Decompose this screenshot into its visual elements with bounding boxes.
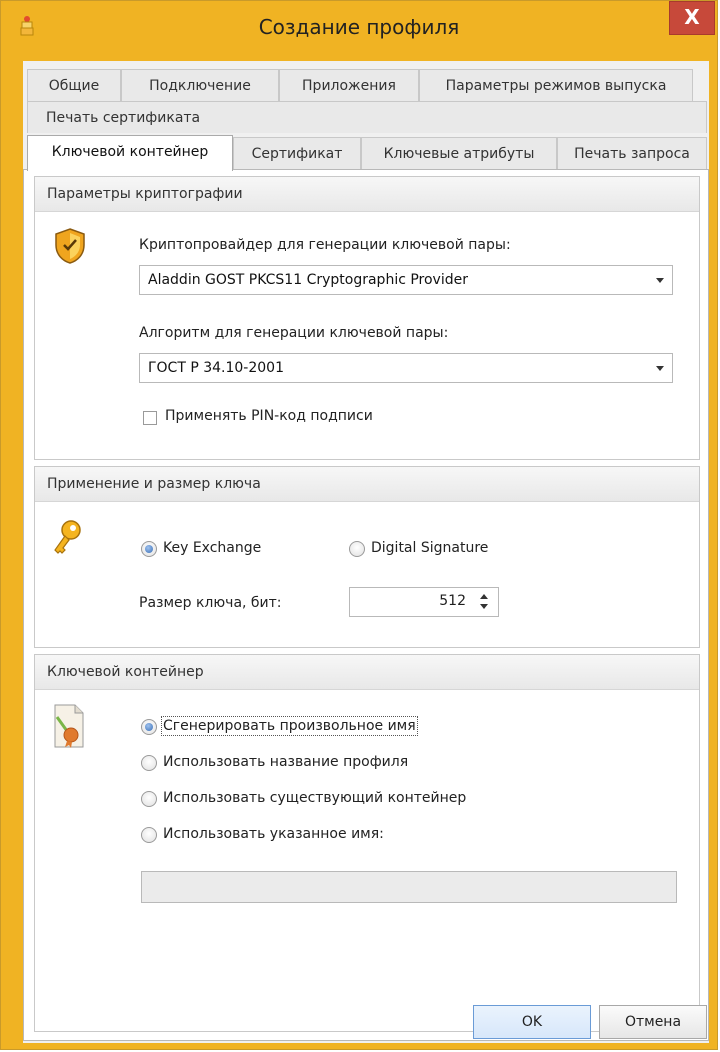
radio-digital-signature[interactable]	[349, 541, 365, 557]
algorithm-select-value: ГОСТ Р 34.10-2001	[148, 360, 284, 376]
algorithm-select[interactable]: ГОСТ Р 34.10-2001	[139, 353, 673, 383]
chevron-down-icon	[656, 278, 664, 283]
chevron-down-icon	[656, 366, 664, 371]
group-header-crypto: Параметры криптографии	[35, 177, 699, 212]
group-header-container: Ключевой контейнер	[35, 655, 699, 690]
radio-generate-name-label[interactable]: Сгенерировать произвольное имя	[161, 716, 418, 736]
certificate-icon	[54, 704, 84, 748]
tab-general[interactable]: Общие	[27, 69, 121, 101]
radio-profile-name-label[interactable]: Использовать название профиля	[163, 754, 408, 770]
provider-select-value: Aladdin GOST PKCS11 Cryptographic Provid…	[148, 272, 468, 288]
dialog-window: Создание профиля X Общие Подключение При…	[0, 0, 718, 1050]
radio-existing-container[interactable]	[141, 791, 157, 807]
radio-digital-signature-label[interactable]: Digital Signature	[371, 540, 488, 556]
container-name-input[interactable]	[141, 871, 677, 903]
radio-profile-name[interactable]	[141, 755, 157, 771]
cancel-button[interactable]: Отмена	[599, 1005, 707, 1039]
spin-up-icon[interactable]	[480, 594, 488, 599]
group-crypto-params: Параметры криптографии Криптопровайдер д…	[34, 176, 700, 460]
key-icon	[54, 520, 81, 554]
tab-certificate[interactable]: Сертификат	[233, 137, 361, 169]
window-title: Создание профиля	[258, 15, 460, 39]
tab-key-container[interactable]: Ключевой контейнер	[27, 135, 233, 171]
ok-button[interactable]: OK	[473, 1005, 591, 1039]
algorithm-label: Алгоритм для генерации ключевой пары:	[139, 325, 449, 341]
group-key-container: Ключевой контейнер Сгенерировать произво…	[34, 654, 700, 1032]
tab-row-1: Общие Подключение Приложения Параметры р…	[23, 69, 709, 102]
group-header-usage: Применение и размер ключа	[35, 467, 699, 502]
tab-issue-modes[interactable]: Параметры режимов выпуска	[419, 69, 693, 101]
tab-page-key-container: Параметры криптографии Криптопровайдер д…	[23, 169, 709, 1041]
provider-label: Криптопровайдер для генерации ключевой п…	[139, 237, 511, 253]
shield-icon	[55, 228, 85, 264]
tab-row-2: Печать сертификата	[23, 101, 709, 134]
radio-key-exchange-label[interactable]: Key Exchange	[163, 540, 261, 556]
pin-checkbox[interactable]	[143, 411, 157, 425]
tab-key-attributes[interactable]: Ключевые атрибуты	[361, 137, 557, 169]
radio-specified-name[interactable]	[141, 827, 157, 843]
group-key-usage: Применение и размер ключа Key Exchange D…	[34, 466, 700, 648]
radio-key-exchange[interactable]	[141, 541, 157, 557]
tab-print-request[interactable]: Печать запроса	[557, 137, 707, 169]
key-size-spinner[interactable]: 512	[349, 587, 499, 617]
radio-existing-container-label[interactable]: Использовать существующий контейнер	[163, 790, 466, 806]
radio-specified-name-label[interactable]: Использовать указанное имя:	[163, 826, 384, 842]
key-size-value: 512	[439, 593, 466, 609]
tab-connection[interactable]: Подключение	[121, 69, 279, 101]
key-size-label: Размер ключа, бит:	[139, 595, 282, 611]
close-button[interactable]: X	[669, 1, 715, 35]
tab-row-3: Ключевой контейнер Сертификат Ключевые а…	[23, 135, 709, 171]
provider-select[interactable]: Aladdin GOST PKCS11 Cryptographic Provid…	[139, 265, 673, 295]
tab-applications[interactable]: Приложения	[279, 69, 419, 101]
tab-print-certificate[interactable]: Печать сертификата	[27, 101, 707, 133]
radio-generate-name[interactable]	[141, 719, 157, 735]
dialog-client-area: Общие Подключение Приложения Параметры р…	[23, 61, 709, 1043]
spin-down-icon[interactable]	[480, 604, 488, 609]
pin-checkbox-label[interactable]: Применять PIN-код подписи	[165, 408, 373, 424]
title-bar[interactable]: Создание профиля X	[1, 1, 717, 61]
